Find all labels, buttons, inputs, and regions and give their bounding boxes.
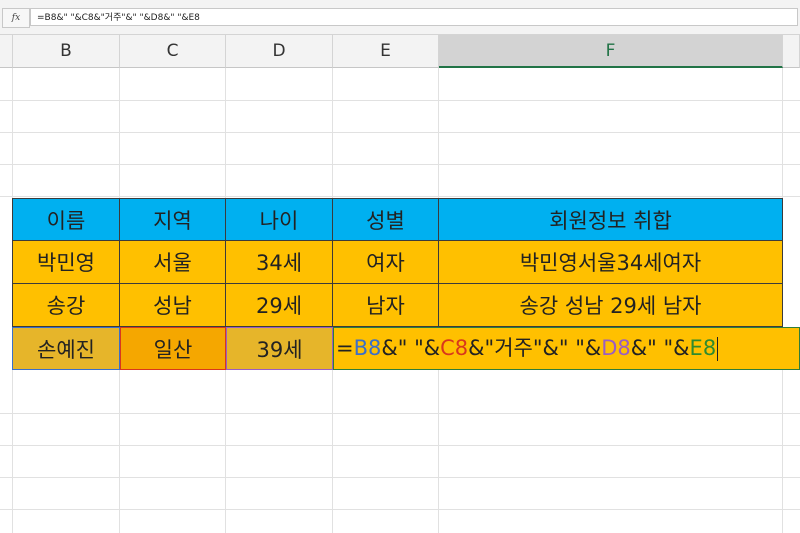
table-cell[interactable]: 송강 성남 29세 남자 [439, 284, 783, 327]
column-header-c[interactable]: C [120, 35, 226, 68]
formula-input[interactable]: =B8&" "&C8&"거주"&" "&D8&" "&E8 [30, 8, 798, 26]
column-header-b[interactable]: B [13, 35, 120, 68]
formula-ref-d8: D8 [601, 336, 631, 360]
table-cell-ref-b8[interactable]: 손예진 [12, 327, 120, 370]
column-header-d[interactable]: D [226, 35, 333, 68]
table-cell[interactable]: 성남 [120, 284, 226, 327]
formula-text: &"거주"&" "& [468, 336, 602, 360]
formula-text: &" "& [630, 336, 690, 360]
formula-text: &" "& [381, 336, 441, 360]
formula-ref-c8: C8 [440, 336, 469, 360]
formula-ref-b8: B8 [353, 336, 382, 360]
formula-bar: fx =B8&" "&C8&"거주"&" "&D8&" "&E8 [0, 0, 800, 35]
table-cell[interactable]: 박민영서울34세여자 [439, 241, 783, 284]
table-cell-ref-d8[interactable]: 39세 [226, 327, 333, 370]
header-cell-name[interactable]: 이름 [12, 198, 120, 241]
table-cell[interactable]: 남자 [333, 284, 439, 327]
column-header-g[interactable] [783, 35, 800, 68]
table-cell[interactable]: 29세 [226, 284, 333, 327]
active-cell-editor[interactable]: =B8&" "&C8&"거주"&" "&D8&" "&E8 [333, 327, 800, 370]
header-cell-gender[interactable]: 성별 [333, 198, 439, 241]
table-cell[interactable]: 서울 [120, 241, 226, 284]
table-cell[interactable]: 송강 [12, 284, 120, 327]
text-caret [717, 337, 719, 361]
column-header-e[interactable]: E [333, 35, 439, 68]
header-cell-member-info[interactable]: 회원정보 취합 [439, 198, 783, 241]
formula-ref-e8: E8 [689, 336, 717, 360]
table-cell[interactable]: 여자 [333, 241, 439, 284]
column-header-f[interactable]: F [439, 35, 783, 68]
function-icon[interactable]: fx [2, 8, 30, 28]
table-cell[interactable]: 34세 [226, 241, 333, 284]
formula-eq: = [336, 336, 354, 360]
header-cell-age[interactable]: 나이 [226, 198, 333, 241]
table-cell-ref-c8[interactable]: 일산 [120, 327, 226, 370]
header-cell-region[interactable]: 지역 [120, 198, 226, 241]
row-header-corner[interactable] [0, 35, 13, 68]
table-cell[interactable]: 박민영 [12, 241, 120, 284]
